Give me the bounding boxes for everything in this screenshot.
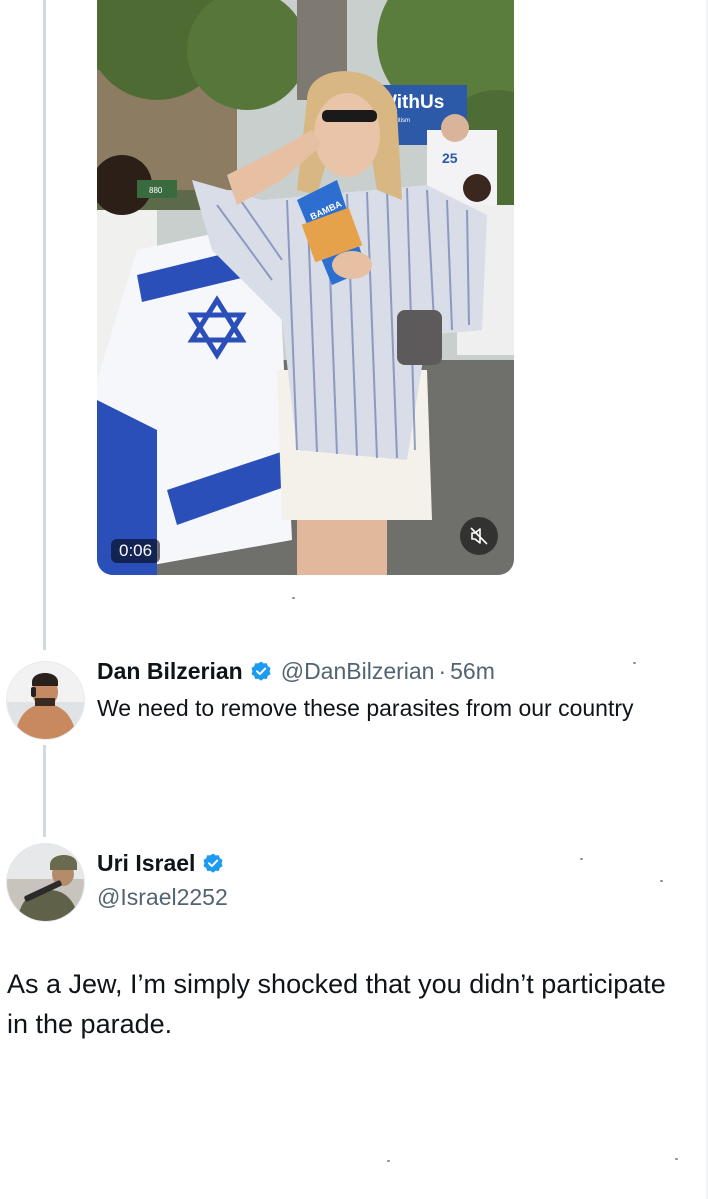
reply-text: We need to remove these parasites from o… bbox=[97, 695, 634, 721]
avatar-image bbox=[7, 844, 84, 921]
post-display-name[interactable]: Uri Israel bbox=[97, 850, 195, 877]
dust-speck bbox=[292, 597, 295, 599]
avatar[interactable] bbox=[6, 843, 85, 922]
post-handle[interactable]: @Israel2252 bbox=[97, 884, 228, 911]
separator-dot: · bbox=[438, 658, 447, 684]
video-frame-illustration: WithUs ting Antisemitism 25 880 bbox=[97, 0, 514, 575]
shirt-number: 25 bbox=[442, 150, 458, 166]
post-header: Uri Israel bbox=[97, 850, 233, 877]
avatar-image bbox=[7, 662, 84, 739]
dust-speck bbox=[633, 662, 636, 664]
muted-speaker-icon bbox=[470, 527, 488, 545]
dust-speck bbox=[387, 1160, 390, 1162]
reply-timestamp[interactable]: 56m bbox=[450, 658, 495, 685]
reply-handle[interactable]: @DanBilzerian bbox=[281, 658, 435, 685]
post-text: As a Jew, I’m simply shocked that you di… bbox=[7, 969, 666, 1039]
thread-connector-line bbox=[43, 745, 46, 837]
reply-display-name[interactable]: Dan Bilzerian bbox=[97, 658, 243, 685]
dust-speck bbox=[675, 1158, 678, 1160]
avatar[interactable] bbox=[6, 661, 85, 740]
reply-header: Dan Bilzerian @DanBilzerian · 56m bbox=[97, 658, 495, 685]
sign-number: 880 bbox=[149, 186, 163, 195]
video-duration-badge: 0:06 bbox=[111, 539, 161, 563]
post-video[interactable]: WithUs ting Antisemitism 25 880 bbox=[97, 0, 514, 575]
mute-button[interactable] bbox=[460, 517, 498, 555]
thread-connector-line bbox=[43, 0, 46, 650]
dust-speck bbox=[660, 880, 663, 882]
verified-badge-icon bbox=[203, 853, 223, 873]
dust-speck bbox=[580, 858, 583, 860]
verified-badge-icon bbox=[251, 661, 271, 681]
